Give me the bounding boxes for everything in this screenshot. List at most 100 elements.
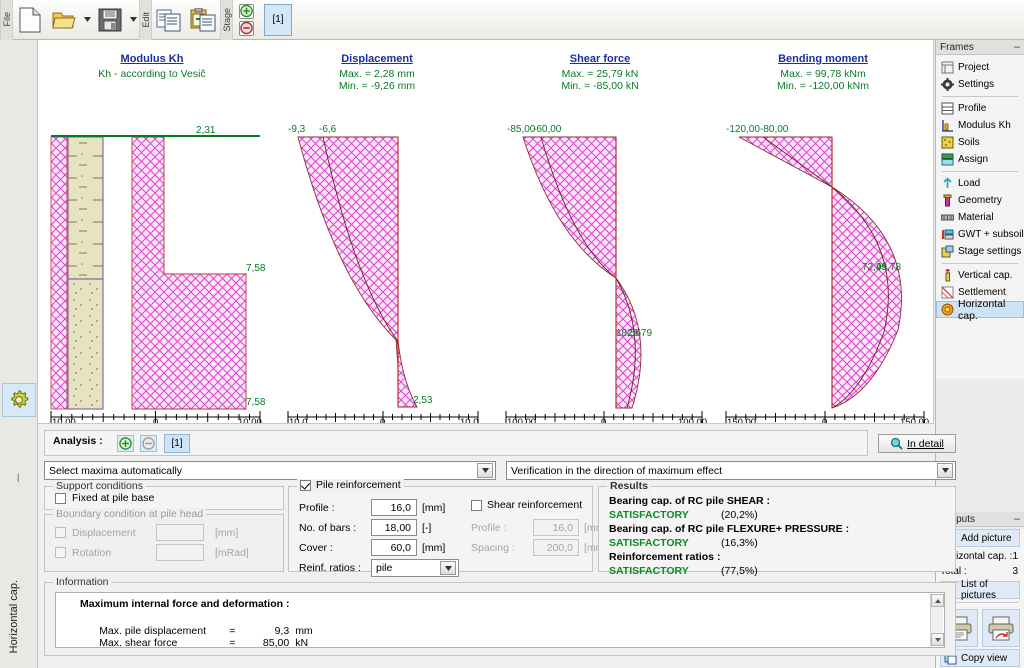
reinf-ratios-select[interactable]: pile — [371, 559, 459, 577]
chart-shear-force-annotation-3: 25,79 — [627, 328, 653, 339]
sidebar-item-profile[interactable]: Profile — [936, 100, 1024, 117]
horizontal-cap-icon — [941, 303, 954, 316]
copy-button[interactable] — [152, 2, 186, 38]
no-of-bars-input[interactable]: 18,00 — [371, 519, 417, 536]
gwt-icon — [941, 228, 954, 241]
paste-button[interactable] — [186, 2, 220, 38]
modulus-icon — [941, 119, 954, 132]
chart-displacement: Displacement Max. = 2,28 mm Min. = -9,26… — [266, 40, 488, 424]
result-pct-0: (20,2%) — [721, 509, 758, 521]
sidebar-item-modulus-kh[interactable]: Modulus Kh — [936, 117, 1024, 134]
cover-unit: [mm] — [422, 541, 446, 554]
information-label: Information — [53, 576, 112, 588]
analysis-add-button[interactable] — [117, 435, 134, 452]
profile-input[interactable]: 16,0 — [371, 499, 417, 516]
paste-icon — [190, 7, 216, 31]
gear-icon — [941, 78, 954, 91]
sidebar-label-stage-settings: Stage settings — [958, 246, 1022, 257]
toolbar-group-stage-label: Stage — [220, 0, 233, 40]
project-icon — [941, 61, 954, 74]
vertical-cap-icon — [941, 268, 954, 282]
fixed-at-pile-base-row[interactable]: Fixed at pile base — [55, 492, 154, 504]
outputs-minimize-button[interactable]: – — [1014, 514, 1020, 525]
verification-select[interactable]: Verification in the direction of maximum… — [506, 461, 956, 480]
rotation-row: Rotation [mRad] — [55, 544, 249, 561]
sidebar-item-soils[interactable]: Soils — [936, 134, 1024, 151]
analysis-remove-button[interactable] — [140, 435, 157, 452]
result-status-0: SATISFACTORY — [609, 509, 689, 521]
chart-modulus-kh-axis-left: 10,00 — [52, 417, 76, 424]
scroll-down-button[interactable] — [931, 633, 944, 646]
analysis-tab-1[interactable]: [1] — [164, 434, 190, 453]
add-stage-button[interactable] — [239, 3, 254, 19]
sidebar-item-gwt-subsoil[interactable]: GWT + subsoil — [936, 226, 1024, 243]
stage-settings-icon — [941, 245, 954, 258]
chart-shear-force-annotation-1: -60,00 — [533, 124, 562, 135]
sidebar-item-project[interactable]: Project — [936, 59, 1024, 76]
in-detail-button[interactable]: In detail — [878, 434, 956, 453]
chevron-down-icon[interactable] — [477, 463, 493, 478]
save-file-dropdown[interactable] — [127, 2, 139, 38]
displacement-checkbox — [55, 527, 66, 538]
shear-profile-label: Profile : — [471, 521, 507, 534]
fixed-at-pile-base-label: Fixed at pile base — [72, 492, 155, 504]
scroll-up-button[interactable] — [931, 594, 944, 607]
chart-shear-force-axis-left: 100,00 — [507, 417, 537, 424]
list-of-pictures-label: List of pictures — [961, 579, 997, 601]
open-file-button[interactable] — [47, 2, 81, 38]
sidebar-label-profile: Profile — [958, 103, 987, 114]
fixed-at-pile-base-checkbox[interactable] — [55, 492, 66, 504]
cover-label: Cover : — [299, 541, 333, 554]
sidebar-label-settings: Settings — [958, 79, 995, 90]
sidebar-item-horizontal-cap[interactable]: Horizontal cap. — [936, 298, 1024, 322]
information-textbox[interactable]: Maximum internal force and deformation :… — [55, 592, 945, 648]
shear-spacing-row: Spacing : 200,0 [mm] — [471, 539, 607, 556]
frames-panel-body: Project Settings Profile Modulus Kh Soil… — [936, 55, 1024, 379]
shear-reinforcement-label: Shear reinforcement — [487, 499, 583, 511]
information-scrollbar[interactable] — [930, 594, 944, 646]
sidebar-item-stage-settings[interactable]: Stage settings — [936, 243, 1024, 260]
support-conditions-label: Support conditions — [53, 480, 146, 492]
file-menu-label: File — [1, 12, 12, 27]
chevron-down-icon[interactable] — [937, 463, 953, 478]
save-file-button[interactable] — [93, 2, 127, 38]
sidebar-item-settings[interactable]: Settings — [936, 76, 1024, 93]
pile-reinforcement-checkbox[interactable] — [300, 479, 311, 491]
toolbar-group-file — [13, 0, 139, 40]
stage-tab-1[interactable]: [1] — [264, 3, 292, 36]
result-pct-1: (16,3%) — [721, 537, 758, 549]
analysis-label: Analysis : — [53, 435, 103, 447]
sidebar-item-material[interactable]: Material — [936, 209, 1024, 226]
open-file-dropdown[interactable] — [81, 2, 93, 38]
cover-input[interactable]: 60,0 — [371, 539, 417, 556]
shear-reinforcement-header[interactable]: Shear reinforcement — [471, 499, 582, 511]
chart-bending-moment-annotation-1: -80,00 — [760, 124, 789, 135]
chevron-down-icon[interactable] — [440, 561, 456, 575]
chart-displacement-axis-mid: 0 — [380, 417, 386, 424]
chart-bending-moment-axis-left: 150,00 — [727, 417, 757, 424]
reinf-ratios-row: Reinf. ratios : pile — [299, 559, 459, 577]
sidebar-item-load[interactable]: Load — [936, 175, 1024, 192]
sidebar-item-assign[interactable]: Assign — [936, 151, 1024, 168]
chart-displacement-plot — [287, 136, 479, 423]
shear-reinforcement-checkbox[interactable] — [471, 499, 482, 511]
remove-stage-button[interactable] — [239, 20, 254, 36]
verification-select-value: Verification in the direction of maximum… — [511, 464, 723, 477]
chart-displacement-annotation-1: -6,6 — [319, 124, 337, 135]
settings-button[interactable] — [2, 383, 36, 417]
chart-modulus-kh: Modulus Kh Kh - according to Vesič 2,31 … — [38, 40, 266, 424]
new-file-button[interactable] — [13, 2, 47, 38]
print-preview-button[interactable] — [982, 609, 1020, 647]
chart-shear-force-axis-right: 100,00 — [678, 417, 708, 424]
sidebar-item-vertical-cap[interactable]: Vertical cap. — [936, 267, 1024, 284]
maxima-select[interactable]: Select maxima automatically — [44, 461, 496, 480]
in-detail-label: In detail — [907, 437, 944, 450]
result-pct-2: (77,5%) — [721, 565, 758, 577]
sidebar-item-geometry[interactable]: Geometry — [936, 192, 1024, 209]
frames-minimize-button[interactable]: – — [1014, 42, 1020, 53]
results-label: Results — [607, 480, 651, 492]
pile-reinforcement-header[interactable]: Pile reinforcement — [297, 479, 404, 491]
panel-collapse-handle[interactable]: | — [17, 472, 19, 482]
result-status-1: SATISFACTORY — [609, 537, 689, 549]
analysis-label-text: Analysis : — [53, 435, 103, 447]
